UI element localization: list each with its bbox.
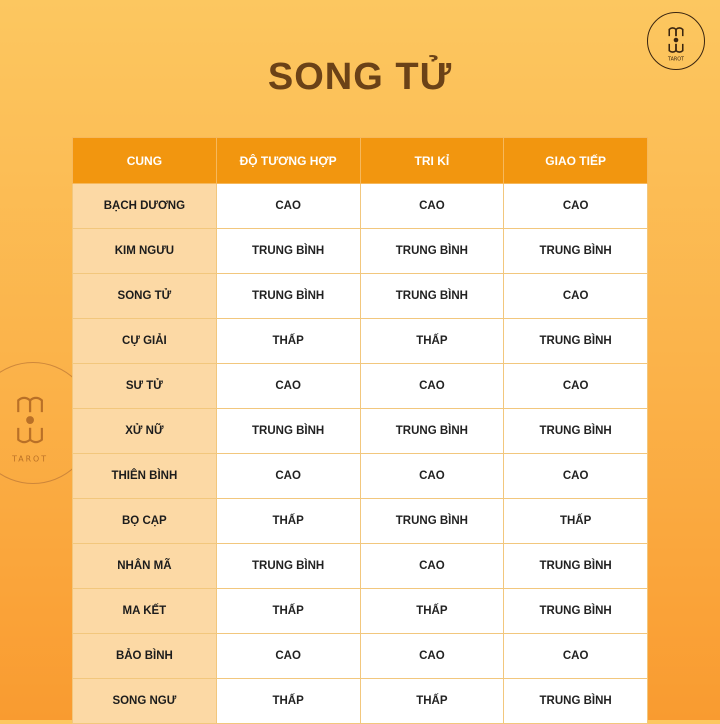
rating-cell: CAO [215, 453, 361, 499]
rating-cell: THẤP [359, 588, 505, 634]
rating-cell: THẤP [215, 318, 361, 364]
svg-text:TAROT: TAROT [667, 56, 684, 62]
table-row: XỬ NỮ TRUNG BÌNH TRUNG BÌNH TRUNG BÌNH [72, 408, 648, 454]
rating-cell: THẤP [215, 498, 361, 544]
table-row: CỰ GIẢI THẤP THẤP TRUNG BÌNH [72, 318, 648, 364]
compatibility-table: CUNG ĐỘ TƯƠNG HỢP TRI KỈ GIAO TIẾP BẠCH … [72, 137, 648, 724]
zodiac-sign-cell: NHÂN MÃ [72, 543, 217, 589]
rating-cell: THẤP [359, 318, 505, 364]
rating-cell: CAO [503, 363, 648, 409]
rating-cell: TRUNG BÌNH [503, 228, 648, 274]
table-row: THIÊN BÌNH CAO CAO CAO [72, 453, 648, 499]
table-row: SONG TỬ TRUNG BÌNH TRUNG BÌNH CAO [72, 273, 648, 319]
table-row: SƯ TỬ CAO CAO CAO [72, 363, 648, 409]
rating-cell: CAO [503, 453, 648, 499]
zodiac-sign-cell: BỌ CẠP [72, 498, 217, 544]
rating-cell: CAO [359, 633, 505, 679]
rating-cell: CAO [503, 273, 648, 319]
column-header-cung: CUNG [72, 137, 217, 184]
rating-cell: TRUNG BÌNH [503, 678, 648, 724]
zodiac-sign-cell: CỰ GIẢI [72, 318, 217, 364]
rating-cell: TRUNG BÌNH [215, 228, 361, 274]
rating-cell: THẤP [215, 678, 361, 724]
rating-cell: CAO [503, 183, 648, 229]
table-row: BẠCH DƯƠNG CAO CAO CAO [72, 183, 648, 229]
rating-cell: TRUNG BÌNH [215, 543, 361, 589]
rating-cell: THẤP [503, 498, 648, 544]
svg-text:TAROT: TAROT [11, 454, 48, 463]
rating-cell: THẤP [215, 588, 361, 634]
rating-cell: CAO [359, 453, 505, 499]
rating-cell: CAO [215, 633, 361, 679]
column-header-tri-ki: TRI KỈ [359, 137, 505, 184]
page-title: SONG TỬ [267, 56, 453, 98]
zodiac-sign-cell: SONG NGƯ [72, 678, 217, 724]
zodiac-sign-cell: BẢO BÌNH [72, 633, 217, 679]
table-row: SONG NGƯ THẤP THẤP TRUNG BÌNH [72, 678, 648, 724]
rating-cell: TRUNG BÌNH [503, 408, 648, 454]
zodiac-sign-cell: MA KẾT [72, 588, 217, 634]
table-row: NHÂN MÃ TRUNG BÌNH CAO TRUNG BÌNH [72, 543, 648, 589]
rating-cell: TRUNG BÌNH [359, 408, 505, 454]
column-header-do-tuong-hop: ĐỘ TƯƠNG HỢP [215, 137, 361, 184]
rating-cell: CAO [215, 183, 361, 229]
zodiac-sign-cell: SƯ TỬ [72, 363, 217, 409]
rating-cell: THẤP [359, 678, 505, 724]
rating-cell: TRUNG BÌNH [215, 273, 361, 319]
zodiac-sign-cell: BẠCH DƯƠNG [72, 183, 217, 229]
rating-cell: TRUNG BÌNH [503, 543, 648, 589]
rating-cell: CAO [359, 363, 505, 409]
rating-cell: TRUNG BÌNH [359, 273, 505, 319]
table-body: BẠCH DƯƠNG CAO CAO CAO KIM NGƯU TRUNG BÌNH TRU… [72, 183, 648, 724]
rating-cell: CAO [215, 363, 361, 409]
table-row: MA KẾT THẤP THẤP TRUNG BÌNH [72, 588, 648, 634]
rating-cell: TRUNG BÌNH [503, 318, 648, 364]
rating-cell: TRUNG BÌNH [359, 498, 505, 544]
rating-cell: CAO [359, 183, 505, 229]
rating-cell: TRUNG BÌNH [503, 588, 648, 634]
zodiac-sign-cell: SONG TỬ [72, 273, 217, 319]
column-header-giao-tiep: GIAO TIẾP [503, 137, 648, 184]
table-row: BẢO BÌNH CAO CAO CAO [72, 633, 648, 679]
table-header-row: CUNG ĐỘ TƯƠNG HỢP TRI KỈ GIAO TIẾP [72, 137, 648, 184]
rating-cell: TRUNG BÌNH [215, 408, 361, 454]
table-row: BỌ CẠP THẤP TRUNG BÌNH THẤP [72, 498, 648, 544]
zodiac-sign-cell: XỬ NỮ [72, 408, 217, 454]
rating-cell: CAO [359, 543, 505, 589]
zodiac-sign-cell: THIÊN BÌNH [72, 453, 217, 499]
tarot-logo-icon: TAROT [647, 12, 705, 70]
table-row: KIM NGƯU TRUNG BÌNH TRUNG BÌNH TRUNG BÌNH [72, 228, 648, 274]
rating-cell: TRUNG BÌNH [359, 228, 505, 274]
rating-cell: CAO [503, 633, 648, 679]
zodiac-sign-cell: KIM NGƯU [72, 228, 217, 274]
